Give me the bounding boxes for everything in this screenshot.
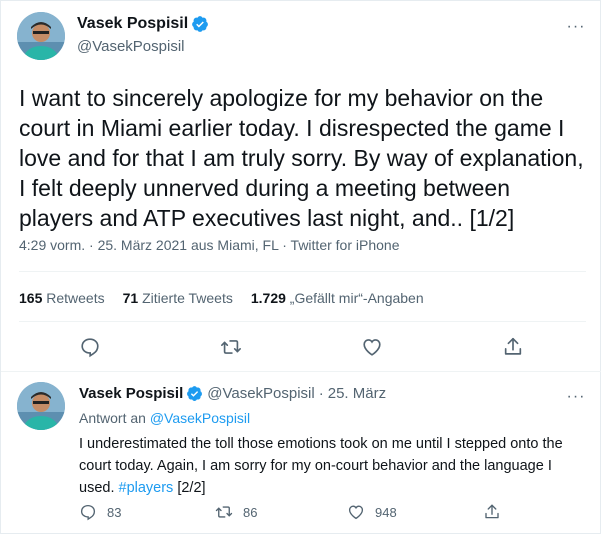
replying-to-handle[interactable]: @VasekPospisil <box>150 410 250 426</box>
quotes-count: 71 <box>122 290 139 306</box>
retweets-label: Retweets <box>46 290 105 306</box>
share-icon[interactable] <box>500 334 526 360</box>
reply-header: Vasek Pospisil @VasekPospisil · 25. März <box>79 385 386 402</box>
reply-date[interactable]: 25. März <box>328 385 386 402</box>
engagement-stats: 165 Retweets 71 Zitierte Tweets 1.729 „G… <box>19 290 442 306</box>
reply-reply-button[interactable]: 83 <box>79 503 121 521</box>
reply-like-button[interactable]: 948 <box>347 503 397 521</box>
author-handle[interactable]: @VasekPospisil <box>77 38 185 55</box>
divider <box>19 271 586 272</box>
reply-author-name[interactable]: Vasek Pospisil <box>79 385 183 402</box>
hashtag-link[interactable]: #players <box>119 480 174 496</box>
reply-author-avatar[interactable] <box>17 382 65 430</box>
reply-retweet-button[interactable]: 86 <box>215 503 257 521</box>
more-icon[interactable]: ··· <box>566 387 586 407</box>
verified-badge-icon <box>186 385 203 402</box>
retweets-count: 165 <box>19 290 43 306</box>
retweet-icon[interactable] <box>218 334 244 360</box>
author-name-row: Vasek Pospisil <box>77 15 209 33</box>
like-icon[interactable] <box>359 334 385 360</box>
avatar-image <box>17 382 65 430</box>
likes-count: 1.729 <box>250 290 286 306</box>
share-icon <box>485 504 499 519</box>
tweet-meta[interactable]: 4:29 vorm. · 25. März 2021 aus Miami, FL… <box>19 237 399 253</box>
quotes-stat[interactable]: 71 Zitierte Tweets <box>123 290 233 306</box>
replying-to: Antwort an @VasekPospisil <box>79 410 250 426</box>
like-icon <box>348 505 364 520</box>
likes-label: „Gefällt mir“-Angaben <box>289 290 424 306</box>
avatar-image <box>17 12 65 60</box>
reply-text: I underestimated the toll those emotions… <box>79 433 569 499</box>
likes-stat[interactable]: 1.729 „Gefällt mir“-Angaben <box>251 290 424 306</box>
retweet-count: 86 <box>243 504 258 520</box>
verified-badge-icon <box>191 15 209 33</box>
quotes-label: Zitierte Tweets <box>142 290 233 306</box>
tweet-actions <box>1 334 601 360</box>
reply-icon <box>80 504 96 521</box>
reply-icon[interactable] <box>77 334 103 360</box>
reply-count: 83 <box>107 504 122 520</box>
author-name[interactable]: Vasek Pospisil <box>77 15 188 33</box>
reply-author-handle[interactable]: @VasekPospisil <box>207 385 315 402</box>
tweet-card: Vasek Pospisil @VasekPospisil ··· I want… <box>0 0 601 534</box>
divider <box>1 371 601 372</box>
author-avatar[interactable] <box>17 12 65 60</box>
reply-share-button[interactable] <box>483 503 511 521</box>
reply-text-tail: [2/2] <box>173 480 206 496</box>
replying-to-label: Antwort an <box>79 410 146 426</box>
divider <box>19 321 586 322</box>
more-icon[interactable]: ··· <box>566 17 586 37</box>
retweet-icon <box>215 506 233 518</box>
tweet-text: I want to sincerely apologize for my beh… <box>19 85 584 231</box>
reply-actions: 83 86 948 <box>79 503 559 523</box>
retweets-stat[interactable]: 165 Retweets <box>19 290 105 306</box>
separator-dot: · <box>318 385 324 402</box>
like-count: 948 <box>375 504 397 520</box>
